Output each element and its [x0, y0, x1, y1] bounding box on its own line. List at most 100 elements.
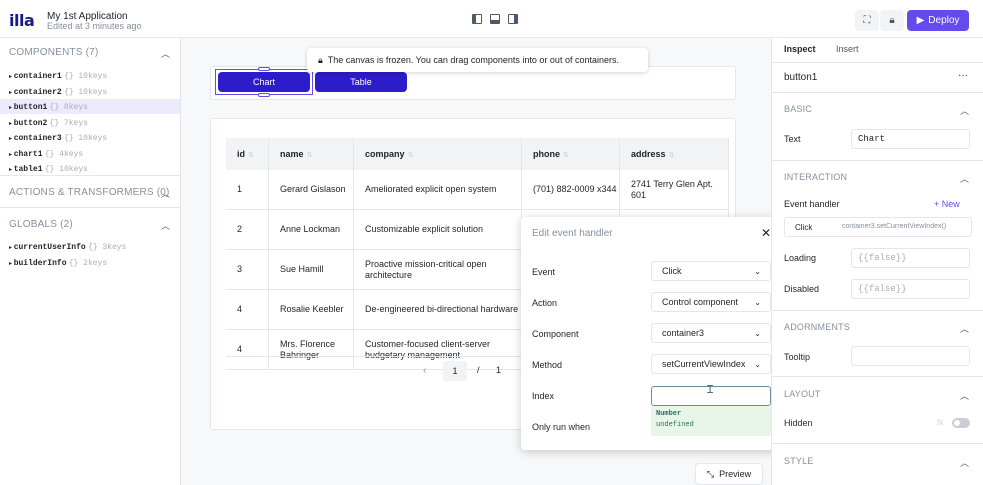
field-select[interactable]: Click ⌄	[651, 261, 771, 281]
expand-icon: ⤡	[706, 468, 715, 479]
chart-button[interactable]: Chart	[218, 72, 310, 92]
chevron-up-icon[interactable]: ︿	[960, 322, 969, 335]
sort-icon[interactable]: ⇅	[307, 152, 313, 159]
field-select[interactable]: container3 ⌄	[651, 323, 771, 343]
index-label: Index	[532, 391, 555, 401]
handler-event: Click	[795, 223, 813, 232]
field-label: Component	[532, 329, 579, 339]
layout-header[interactable]: LAYOUT	[784, 389, 821, 399]
chevron-up-icon[interactable]: ︿	[161, 47, 170, 60]
resize-handle-top[interactable]	[258, 67, 270, 71]
loading-input[interactable]: {{false}}	[851, 248, 970, 268]
column-header[interactable]: id ⇅	[226, 138, 269, 170]
style-header[interactable]: STYLE	[784, 456, 814, 466]
chevron-up-icon[interactable]: ︿	[960, 389, 969, 402]
table-cell: 3	[226, 250, 269, 290]
actions-header[interactable]: ACTIONS & TRANSFORMERS (0)	[9, 187, 170, 198]
sort-icon[interactable]: ⇅	[408, 152, 414, 159]
tree-item[interactable]: ▸ container3 {} 10keys	[0, 130, 180, 145]
handler-action: container3.setCurrentViewIndex()	[842, 223, 947, 230]
column-header[interactable]: phone ⇅	[522, 138, 620, 170]
event-handler-item[interactable]: Click container3.setCurrentViewIndex()	[784, 217, 972, 237]
column-header[interactable]: address ⇅	[620, 138, 729, 170]
table-cell: 4	[226, 290, 269, 330]
resize-handle-bottom[interactable]	[258, 93, 270, 97]
disabled-input[interactable]: {{false}}	[851, 279, 970, 299]
chevron-up-icon[interactable]: ︿	[161, 219, 170, 232]
right-panel: Inspect Insert button1 ··· BASIC ︿ Text …	[771, 38, 983, 485]
tree-item[interactable]: ▸ chart1 {} 4keys	[0, 146, 180, 161]
field-value: Click	[662, 266, 682, 276]
bug-icon: ⛶	[863, 15, 871, 26]
sort-icon[interactable]: ⇅	[669, 152, 675, 159]
tree-item[interactable]: ▸ button2 {} 7keys	[0, 115, 180, 130]
event-handler-label: Event handler	[784, 199, 840, 209]
column-header-label: id	[237, 149, 245, 159]
fx-icon[interactable]: fx	[937, 418, 943, 427]
column-header[interactable]: company ⇅	[354, 138, 522, 170]
sort-icon[interactable]: ⇅	[563, 152, 569, 159]
tree-item-name: currentUserInfo	[13, 243, 86, 252]
tree-item[interactable]: ▸ builderInfo {} 2keys	[0, 255, 180, 270]
chevron-up-icon[interactable]: ︿	[960, 172, 969, 185]
basic-header[interactable]: BASIC	[784, 104, 812, 114]
sort-icon[interactable]: ⇅	[248, 152, 254, 159]
freeze-button[interactable]: 🔒︎	[880, 10, 904, 31]
divider	[0, 175, 180, 176]
tree-item-name: container3	[13, 134, 62, 143]
more-icon[interactable]: ···	[958, 70, 968, 81]
hidden-toggle[interactable]	[952, 418, 970, 428]
column-header[interactable]: name ⇅	[269, 138, 354, 170]
deploy-button[interactable]: ▶ Deploy	[907, 10, 969, 31]
chevron-down-icon: ⌄	[754, 297, 761, 307]
chevron-up-icon[interactable]: ︿	[960, 104, 969, 117]
divider	[772, 92, 983, 93]
lock-icon: 🔒︎	[318, 54, 323, 65]
tree-item-meta: {} 2keys	[68, 258, 108, 268]
text-input[interactable]: Chart	[851, 129, 970, 149]
tree-item[interactable]: ▸ container1 {} 10keys	[0, 68, 180, 83]
new-handler-button[interactable]: + New	[934, 199, 960, 209]
edited-time: Edited at 3 minutes ago	[47, 21, 142, 31]
field-select[interactable]: Control component ⌄	[651, 292, 771, 312]
tree-item-name: button2	[13, 118, 48, 128]
table-button[interactable]: Table	[315, 72, 407, 92]
tree-item-meta: {} 10keys	[63, 87, 108, 97]
field-value: Control component	[662, 297, 739, 307]
preview-button[interactable]: ⤡ Preview	[695, 463, 763, 485]
tree-item[interactable]: ▸ table1 {} 10keys	[0, 161, 180, 176]
components-header[interactable]: COMPONENTS (7)	[9, 47, 98, 58]
tree-item-name: container1	[13, 72, 62, 81]
chevron-up-icon[interactable]: ︿	[960, 456, 969, 469]
tab-inspect[interactable]: Inspect	[784, 44, 816, 54]
lock-icon: 🔒︎	[889, 15, 895, 26]
chevron-up-icon[interactable]: ︿	[161, 187, 170, 200]
play-icon: ▶	[916, 15, 925, 26]
current-page[interactable]: 1	[443, 361, 467, 381]
adornments-header[interactable]: ADORNMENTS	[784, 322, 850, 332]
tree-item-meta: {} 8keys	[49, 103, 88, 112]
interaction-header[interactable]: INTERACTION	[784, 172, 847, 182]
tree-item[interactable]: ▸ button1 {} 8keys	[0, 99, 180, 114]
toggle-bottom-panel-icon[interactable]	[490, 14, 500, 24]
column-header-label: phone	[533, 149, 560, 159]
table-cell: Anne Lockman	[269, 210, 354, 250]
field-select[interactable]: setCurrentViewIndex ⌄	[651, 354, 771, 374]
table-cell: De-engineered bi-directional hardware	[354, 290, 522, 330]
toggle-right-panel-icon[interactable]	[508, 14, 518, 24]
tab-insert[interactable]: Insert	[836, 44, 859, 54]
deploy-label: Deploy	[928, 15, 960, 26]
tree-item[interactable]: ▸ container2 {} 10keys	[0, 84, 180, 99]
column-header-label: name	[280, 149, 304, 159]
tree-item-name: table1	[13, 165, 43, 174]
globals-header[interactable]: GLOBALS (2)	[9, 219, 73, 230]
toggle-left-panel-icon[interactable]	[472, 14, 482, 24]
close-icon[interactable]: ✕	[761, 226, 771, 240]
text-label: Text	[784, 134, 801, 144]
prev-page-icon[interactable]: ‹	[423, 365, 426, 376]
tooltip-input[interactable]	[851, 346, 970, 366]
debug-button[interactable]: ⛶	[855, 10, 879, 31]
tree-item[interactable]: ▸ currentUserInfo {} 3keys	[0, 239, 180, 254]
field-value: setCurrentViewIndex	[662, 359, 746, 369]
illa-logo[interactable]: illa	[9, 11, 35, 30]
